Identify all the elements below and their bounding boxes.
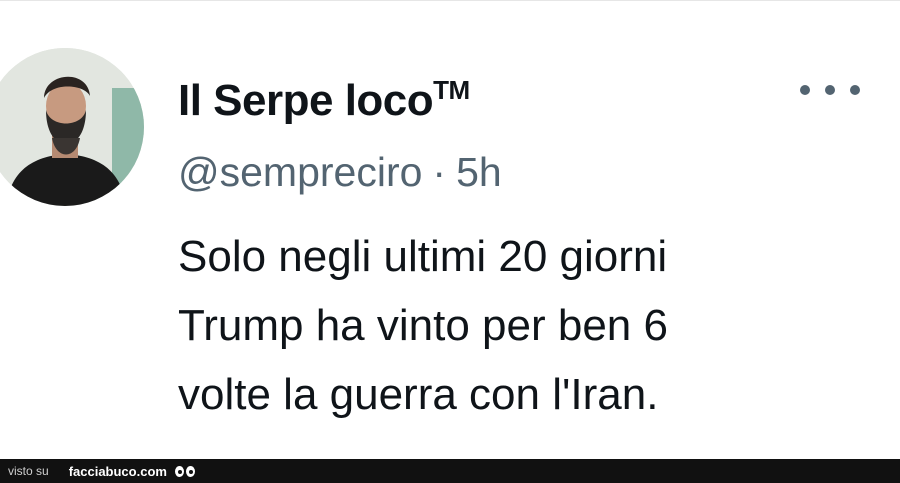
more-dot [825,85,835,95]
tweet-text-line: Solo negli ultimi 20 giorni [178,232,668,281]
user-handle[interactable]: @sempreciro [178,149,422,195]
watermark-bar: visto su facciabuco.com [0,459,900,483]
tweet-time[interactable]: 5h [456,149,502,195]
more-dot [800,85,810,95]
watermark-visto: visto su [8,464,49,478]
eyes-icon [174,465,195,477]
watermark-brand[interactable]: facciabuco.com [69,464,167,479]
more-horizontal-icon[interactable] [800,78,860,102]
trademark-symbol: TM [433,75,470,105]
meta-separator: · [432,149,447,195]
more-dot [850,85,860,95]
display-name[interactable]: Il Serpe locoTM [178,62,470,129]
top-divider [0,0,900,1]
avatar[interactable] [0,48,144,206]
display-name-text: Il Serpe loco [178,76,434,125]
tweet-text-line: Trump ha vinto per ben 6 [178,301,668,350]
tweet-text: Solo negli ultimi 20 giorni Trump ha vin… [178,222,878,429]
tweet-text-line: volte la guerra con l'Iran. [178,370,659,419]
avatar-image [0,48,144,206]
tweet-meta: @sempreciro · 5h [178,144,502,200]
